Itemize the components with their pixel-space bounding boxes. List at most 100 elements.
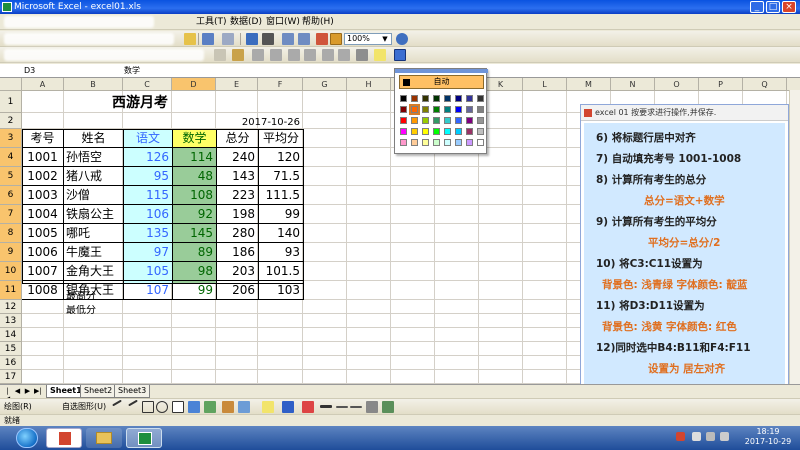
color-swatch[interactable] [400,117,407,124]
column-header-d[interactable]: D [172,78,216,91]
draw-fill-color-icon[interactable] [262,401,274,413]
help-icon[interactable] [396,33,408,45]
color-swatch[interactable] [433,128,440,135]
increase-decimal-icon[interactable] [288,49,300,61]
draw-font-color-icon[interactable] [302,401,314,413]
row-header-9[interactable]: 9 [0,243,22,262]
first-sheet-icon[interactable]: |◀ [4,387,11,403]
draw-menu[interactable]: 绘图(R) [4,401,32,413]
menu-help[interactable]: 帮助(H) [300,15,336,29]
flag-icon[interactable] [692,432,701,441]
color-swatch[interactable] [477,139,484,146]
color-swatch[interactable] [444,139,451,146]
row-header-2[interactable]: 2 [0,113,22,129]
min-label[interactable]: 最低分 [64,305,124,317]
decrease-indent-icon[interactable] [322,49,334,61]
menu-data[interactable]: 数据(D) [228,15,264,29]
formula-input[interactable]: 数学 [124,65,140,77]
select-all-corner[interactable] [0,78,22,91]
color-swatch[interactable] [433,106,440,113]
row-header-8[interactable]: 8 [0,224,22,243]
color-swatch[interactable] [411,117,418,124]
color-swatch[interactable] [409,104,420,115]
3d-style-icon[interactable] [382,401,394,413]
minimize-button[interactable]: _ [750,1,764,13]
next-sheet-icon[interactable]: ▶ [24,387,31,395]
color-swatch[interactable] [455,106,462,113]
row-header-3[interactable]: 3 [0,129,22,148]
color-swatch[interactable] [411,128,418,135]
taskbar-explorer[interactable] [86,428,122,448]
prev-sheet-icon[interactable]: ◀ [14,387,21,395]
column-header-a[interactable]: A [22,78,64,91]
taskbar-app-1[interactable] [46,428,82,448]
tray-app-icon[interactable] [676,432,685,441]
row-header-14[interactable]: 14 [0,328,22,342]
tab-sheet3[interactable]: Sheet3 [114,385,151,398]
column-header-q[interactable]: Q [743,78,787,91]
color-swatch[interactable] [422,128,429,135]
chart-wizard-icon[interactable] [316,33,328,45]
textbox-icon[interactable] [172,401,184,413]
color-swatch[interactable] [455,139,462,146]
row-header-12[interactable]: 12 [0,300,22,314]
network-icon[interactable] [706,432,715,441]
decrease-decimal-icon[interactable] [304,49,316,61]
color-swatch[interactable] [466,106,473,113]
color-swatch[interactable] [444,95,451,102]
dash-style-icon[interactable] [336,406,348,408]
color-swatch[interactable] [400,106,407,113]
row-header-17[interactable]: 17 [0,370,22,384]
color-swatch[interactable] [477,128,484,135]
row-header-15[interactable]: 15 [0,342,22,356]
format-painter-icon[interactable] [184,33,196,45]
close-button[interactable]: × [782,1,796,13]
column-header-e[interactable]: E [216,78,258,91]
clipart-icon[interactable] [222,401,234,413]
row-header-7[interactable]: 7 [0,205,22,224]
color-swatch[interactable] [466,95,473,102]
shadow-icon[interactable] [366,401,378,413]
chevron-down-icon[interactable]: ▼ [380,34,390,44]
name-box[interactable]: D3 [24,65,35,77]
color-swatch[interactable] [477,106,484,113]
autosum-icon[interactable] [262,33,274,45]
wordart-icon[interactable] [188,401,200,413]
tray-clock[interactable]: 18:19 2017-10-29 [740,427,796,447]
last-sheet-icon[interactable]: ▶| [34,387,42,395]
color-swatch[interactable] [433,139,440,146]
column-header-b[interactable]: B [64,78,123,91]
redo-icon[interactable] [222,33,234,45]
row-header-5[interactable]: 5 [0,167,22,186]
column-header-h[interactable]: H [347,78,391,91]
color-swatch[interactable] [422,117,429,124]
row-header-11[interactable]: 11 [0,281,22,300]
color-swatch[interactable] [422,95,429,102]
color-swatch[interactable] [444,106,451,113]
color-swatch[interactable] [455,117,462,124]
color-swatch[interactable] [477,95,484,102]
column-header-g[interactable]: G [303,78,347,91]
color-swatch[interactable] [444,128,451,135]
sort-descending-icon[interactable] [298,33,310,45]
color-swatch[interactable] [400,95,407,102]
color-swatch[interactable] [455,95,462,102]
palette-drag-handle[interactable] [395,69,488,73]
tab-sheet2[interactable]: Sheet2 [80,385,117,398]
sort-ascending-icon[interactable] [282,33,294,45]
column-header-n[interactable]: N [611,78,655,91]
color-swatch[interactable] [466,117,473,124]
drawing-icon[interactable] [330,33,342,45]
color-swatch[interactable] [444,117,451,124]
percent-icon[interactable] [252,49,264,61]
undo-icon[interactable] [202,33,214,45]
rectangle-icon[interactable] [142,401,154,413]
column-header-p[interactable]: P [699,78,743,91]
line-color-icon[interactable] [282,401,294,413]
row-header-6[interactable]: 6 [0,186,22,205]
comma-style-icon[interactable] [270,49,282,61]
color-swatch[interactable] [433,95,440,102]
menu-window[interactable]: 窗口(W) [264,15,302,29]
line-icon[interactable] [112,399,122,407]
currency-icon[interactable] [232,49,244,61]
